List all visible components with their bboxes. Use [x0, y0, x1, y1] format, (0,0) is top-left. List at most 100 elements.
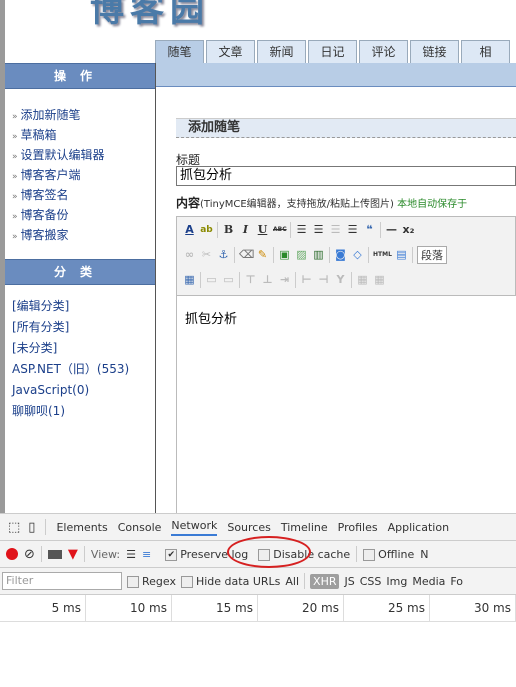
category-uncategorized[interactable]: [未分类]	[5, 338, 155, 359]
code-icon[interactable]: ◇	[351, 248, 364, 261]
sidebar-item-default-editor[interactable]: » 设置默认编辑器	[5, 145, 155, 165]
type-img[interactable]: Img	[386, 575, 407, 588]
site-logo: 博客园	[90, 0, 210, 30]
capture-screenshots-icon[interactable]	[47, 549, 62, 559]
tab-posts[interactable]: 随笔	[155, 40, 204, 64]
tab-sources[interactable]: Sources	[227, 521, 271, 534]
image-upload-icon[interactable]: ▣	[278, 248, 291, 261]
type-css[interactable]: CSS	[360, 575, 382, 588]
font-color-icon[interactable]: A	[183, 223, 196, 236]
bullet-list-icon[interactable]: ☰	[295, 223, 308, 236]
autosave-link[interactable]: 本地自动保存于	[397, 199, 467, 210]
row-after-icon[interactable]: ⊥	[261, 273, 274, 286]
merge-cells-icon[interactable]: ▦	[373, 273, 386, 286]
category-edit[interactable]: [编辑分类]	[5, 296, 155, 317]
category-chat[interactable]: 聊聊呗(1)	[5, 401, 155, 422]
col-before-icon[interactable]: ⊢	[300, 273, 313, 286]
tab-console[interactable]: Console	[118, 521, 162, 534]
outdent-icon[interactable]: ☰	[329, 223, 342, 236]
fullscreen-icon[interactable]: ▤	[395, 248, 408, 261]
highlight-icon[interactable]: ab	[200, 225, 213, 235]
tab-timeline[interactable]: Timeline	[281, 521, 328, 534]
strikethrough-icon[interactable]: ABC	[273, 226, 287, 233]
image-icon[interactable]: ▨	[295, 248, 308, 261]
large-rows-icon[interactable]: ☰	[126, 548, 136, 561]
device-mode-icon[interactable]: ▯	[28, 520, 35, 535]
tab-profiles[interactable]: Profiles	[338, 521, 378, 534]
tab-links[interactable]: 链接	[410, 40, 459, 64]
underline-icon[interactable]: U	[256, 223, 269, 236]
tab-news[interactable]: 新闻	[257, 40, 306, 64]
tab-application[interactable]: Application	[388, 521, 449, 534]
table-edit-icon[interactable]: ▦	[183, 273, 196, 286]
numbered-list-icon[interactable]: ☰	[312, 223, 325, 236]
editor-body[interactable]: 抓包分析	[176, 296, 516, 513]
unlink-icon[interactable]: ✂	[200, 248, 213, 261]
italic-icon[interactable]: I	[239, 223, 252, 236]
horizontal-rule-icon[interactable]: —	[385, 223, 398, 236]
sidebar-item-move[interactable]: » 博客搬家	[5, 225, 155, 245]
hide-data-urls-checkbox[interactable]: Hide data URLs	[180, 575, 280, 588]
category-header: 分类	[5, 259, 155, 285]
sidebar-item-client[interactable]: » 博客客户端	[5, 165, 155, 185]
format-select[interactable]: 段落	[417, 245, 447, 264]
tab-elements[interactable]: Elements	[56, 521, 107, 534]
offline-checkbox[interactable]: Offline	[363, 548, 414, 561]
tab-diary[interactable]: 日记	[308, 40, 357, 64]
delete-row-icon[interactable]: ⇥	[278, 273, 291, 286]
tick-label: 25 ms	[344, 595, 430, 621]
tab-articles[interactable]: 文章	[206, 40, 255, 64]
view-label: View:	[90, 547, 121, 561]
split-cells-icon[interactable]: ▦	[356, 273, 369, 286]
tick-label: 30 ms	[430, 595, 516, 621]
cleanup-icon[interactable]: ✎	[256, 248, 269, 261]
throttling-select[interactable]: N	[420, 548, 428, 561]
type-js[interactable]: JS	[344, 575, 354, 588]
sidebar-item-backup[interactable]: » 博客备份	[5, 205, 155, 225]
record-icon[interactable]	[6, 548, 18, 560]
content-label: 内容(TinyMCE编辑器，支持拖放/粘贴上传图片) 本地自动保存于	[176, 196, 468, 210]
tick-label: 5 ms	[0, 595, 86, 621]
title-input[interactable]: 抓包分析	[176, 166, 516, 186]
subscript-icon[interactable]: x₂	[402, 223, 415, 236]
category-all[interactable]: [所有分类]	[5, 317, 155, 338]
inspect-icon[interactable]: ⬚	[8, 520, 20, 535]
tab-comments[interactable]: 评论	[359, 40, 408, 64]
media-icon[interactable]: ▥	[312, 248, 325, 261]
col-after-icon[interactable]: ⊣	[317, 273, 330, 286]
blockquote-icon[interactable]: ❝	[363, 223, 376, 236]
eraser-icon[interactable]: ⌫	[239, 248, 255, 261]
type-media[interactable]: Media	[412, 575, 445, 588]
sidebar: 操作 » 添加新随笔 » 草稿箱 » 设置默认编辑器 » 博客客户端 » 博客签名 » 博客…	[5, 63, 156, 513]
type-font[interactable]: Fo	[450, 575, 463, 588]
cell-props-icon[interactable]: ▭	[222, 273, 235, 286]
delete-col-icon[interactable]: Y	[334, 273, 347, 286]
link-icon[interactable]: ∞	[183, 248, 196, 261]
sidebar-item-add-post[interactable]: » 添加新随笔	[5, 105, 155, 125]
html-icon[interactable]: HTML	[373, 251, 392, 258]
tab-albums[interactable]: 相	[461, 40, 510, 64]
category-javascript[interactable]: JavaScript(0)	[5, 380, 155, 401]
insert-code-icon[interactable]: ◙	[334, 248, 347, 261]
type-xhr[interactable]: XHR	[310, 573, 340, 589]
timeline-overview[interactable]: 5 ms 10 ms 15 ms 20 ms 25 ms 30 ms	[0, 595, 516, 622]
indent-icon[interactable]: ☰	[346, 223, 359, 236]
filter-icon[interactable]: ▼	[68, 547, 78, 562]
tick-label: 20 ms	[258, 595, 344, 621]
tab-network[interactable]: Network	[171, 519, 218, 536]
category-aspnet[interactable]: ASP.NET（旧）(553)	[5, 359, 155, 380]
bold-icon[interactable]: B	[222, 223, 235, 236]
row-props-icon[interactable]: ▭	[205, 273, 218, 286]
annotation-circle	[227, 536, 311, 568]
type-all[interactable]: All	[285, 575, 299, 588]
sidebar-item-drafts[interactable]: » 草稿箱	[5, 125, 155, 145]
row-before-icon[interactable]: ⊤	[244, 273, 257, 286]
clear-icon[interactable]: ⊘	[24, 547, 35, 562]
filter-input[interactable]: Filter	[2, 572, 122, 590]
anchor-icon[interactable]: ⚓	[217, 248, 230, 261]
regex-checkbox[interactable]: Regex	[127, 575, 176, 588]
waterfall-icon[interactable]: ≡	[142, 548, 151, 561]
main-tabs: 随笔 文章 新闻 日记 评论 链接 相	[155, 40, 516, 64]
sidebar-item-signature[interactable]: » 博客签名	[5, 185, 155, 205]
tab-bar	[156, 63, 516, 87]
